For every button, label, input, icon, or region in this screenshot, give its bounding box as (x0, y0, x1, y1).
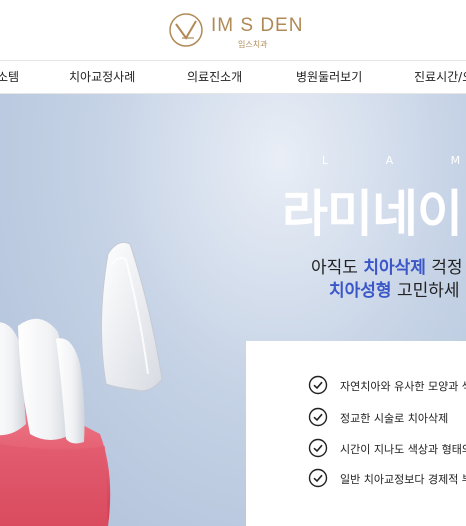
checklist-item: 정교한 시술로 치아삭제 (308, 407, 466, 429)
checklist-item: 시간이 지나도 색상과 형태의 변 (308, 438, 466, 460)
checklist-item-text: 시간이 지나도 색상과 형태의 변 (340, 443, 466, 456)
site-header: IM S DEN 임스치과 (0, 0, 466, 61)
checklist-item-text: 자연치아와 유사한 모양과 색상 (340, 380, 466, 393)
nav-item-tour[interactable]: 병원둘러보기 (296, 68, 362, 85)
hero-subline-2-post: 고민하세 (391, 281, 460, 301)
nav-item-hours[interactable]: 진료시간/오 (414, 68, 466, 85)
hero-highlight-2: 치아성형 (329, 281, 392, 301)
nav-item-doctors[interactable]: 의료진소개 (187, 68, 242, 85)
checklist-item: 자연치아와 유사한 모양과 색상 (308, 375, 466, 397)
checklist-item: 일반 치아교정보다 경제적 부담 (308, 468, 466, 490)
check-circle-icon (308, 468, 328, 488)
teeth-veneer-illustration (0, 241, 163, 526)
logo-mark-icon (169, 13, 203, 47)
checklist-item-text: 일반 치아교정보다 경제적 부담 (340, 473, 466, 486)
hero-subline-2: 치아성형 고민하세 (329, 276, 460, 301)
hero-subline-1-post: 걱정 (425, 258, 463, 278)
nav-item-ortho-cases[interactable]: 치아교정사례 (69, 68, 135, 85)
check-circle-icon (308, 375, 328, 395)
logo-subtext: 임스치과 (238, 40, 268, 49)
logo[interactable]: IM S DEN 임스치과 (168, 12, 308, 52)
hero-banner: L A M I N A 라미네이 아직도 치아삭제 걱정 치아성형 고민하세 자… (0, 94, 466, 526)
nav-item-system[interactable]: 소템 (0, 68, 19, 85)
check-circle-icon (308, 407, 328, 427)
hero-subline-1-pre: 아직도 (311, 258, 364, 278)
check-circle-icon (308, 438, 328, 458)
hero-highlight-1: 치아삭제 (363, 258, 426, 278)
hero-title: 라미네이 (282, 185, 463, 243)
hero-eyebrow: L A M I N A (322, 154, 466, 167)
logo-text: IM S DEN (211, 15, 304, 36)
benefit-checklist-card: 자연치아와 유사한 모양과 색상 정교한 시술로 치아삭제 시간이 지나도 색상… (246, 341, 466, 526)
main-nav: 소템 치아교정사례 의료진소개 병원둘러보기 진료시간/오 (0, 61, 466, 94)
hero-subline-1: 아직도 치아삭제 걱정 (311, 253, 463, 278)
checklist-item-text: 정교한 시술로 치아삭제 (340, 412, 449, 425)
